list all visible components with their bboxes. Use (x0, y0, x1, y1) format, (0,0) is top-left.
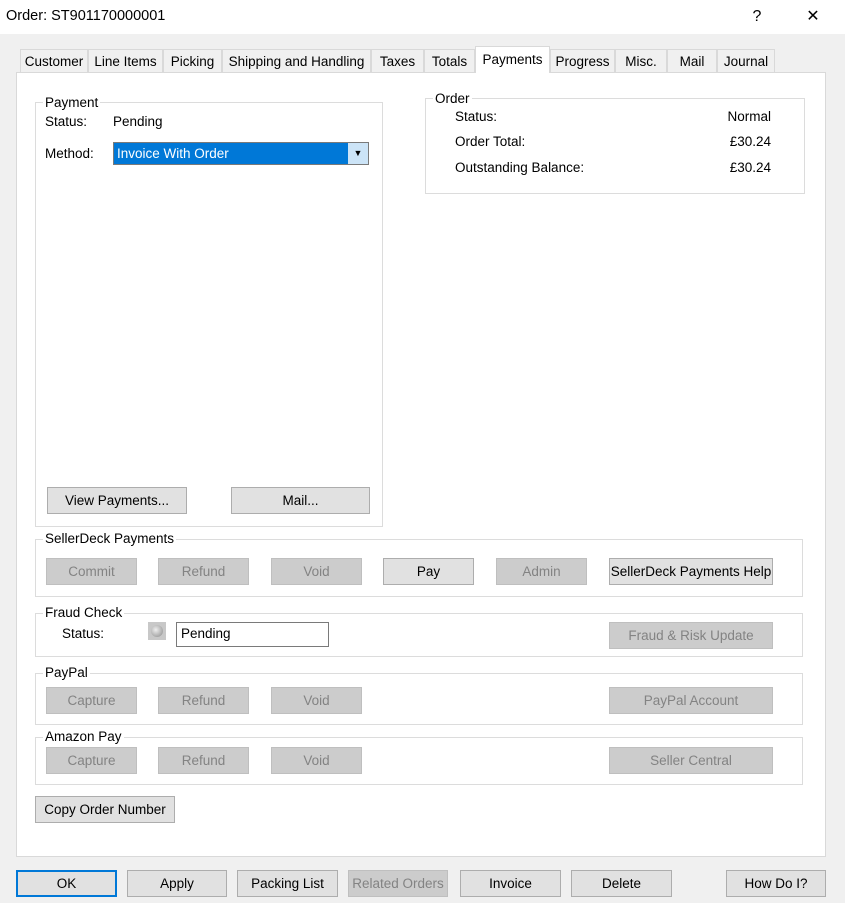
paypal-refund-button[interactable]: Refund (158, 687, 249, 714)
seller-central-button[interactable]: Seller Central (609, 747, 773, 774)
fraud-risk-update-button[interactable]: Fraud & Risk Update (609, 622, 773, 649)
sellerdeck-refund-button[interactable]: Refund (158, 558, 249, 585)
tab-totals[interactable]: Totals (424, 49, 475, 72)
chevron-down-icon[interactable]: ▼ (348, 143, 368, 164)
ok-button[interactable]: OK (16, 870, 117, 897)
tab-line-items[interactable]: Line Items (88, 49, 163, 72)
invoice-button[interactable]: Invoice (460, 870, 561, 897)
tab-payments[interactable]: Payments (475, 46, 550, 73)
tab-picking[interactable]: Picking (163, 49, 222, 72)
payment-status-label: Status: (45, 114, 88, 129)
admin-button[interactable]: Admin (496, 558, 587, 585)
sellerdeck-void-button[interactable]: Void (271, 558, 362, 585)
balance-value: £30.24 (729, 160, 771, 175)
paypal-capture-button[interactable]: Capture (46, 687, 137, 714)
tab-shipping[interactable]: Shipping and Handling (222, 49, 371, 72)
packing-list-button[interactable]: Packing List (237, 870, 338, 897)
payment-group (35, 102, 383, 527)
fraud-group-label: Fraud Check (43, 605, 125, 620)
help-icon[interactable]: ? (734, 0, 780, 34)
fraud-status-label: Status: (62, 626, 105, 641)
payment-group-label: Payment (43, 95, 101, 110)
related-orders-button[interactable]: Related Orders (348, 870, 448, 897)
close-icon[interactable]: ✕ (790, 0, 836, 34)
amazon-capture-button[interactable]: Capture (46, 747, 137, 774)
window-title: Order: ST901170000001 (6, 8, 166, 24)
fraud-status-field[interactable]: Pending (176, 622, 329, 647)
amazon-group-label: Amazon Pay (43, 729, 124, 744)
amazon-void-button[interactable]: Void (271, 747, 362, 774)
tab-taxes[interactable]: Taxes (371, 49, 424, 72)
tab-progress[interactable]: Progress (550, 49, 615, 72)
mail-button[interactable]: Mail... (231, 487, 370, 514)
delete-button[interactable]: Delete (571, 870, 672, 897)
tab-customer[interactable]: Customer (20, 49, 88, 72)
amazon-refund-button[interactable]: Refund (158, 747, 249, 774)
paypal-void-button[interactable]: Void (271, 687, 362, 714)
order-total-value: £30.24 (729, 134, 771, 149)
order-status-value: Normal (727, 109, 771, 124)
view-payments-button[interactable]: View Payments... (47, 487, 187, 514)
paypal-group-label: PayPal (43, 665, 90, 680)
method-dropdown[interactable]: Invoice With Order ▼ (113, 142, 369, 165)
how-do-i-button[interactable]: How Do I? (726, 870, 826, 897)
tab-misc[interactable]: Misc. (615, 49, 667, 72)
tab-journal[interactable]: Journal (717, 49, 775, 72)
tab-mail[interactable]: Mail (667, 49, 717, 72)
balance-label: Outstanding Balance: (455, 160, 585, 175)
payment-status-value: Pending (113, 114, 163, 129)
method-value: Invoice With Order (117, 146, 229, 161)
sellerdeck-group-label: SellerDeck Payments (43, 531, 177, 546)
sellerdeck-help-button[interactable]: SellerDeck Payments Help (609, 558, 773, 585)
commit-button[interactable]: Commit (46, 558, 137, 585)
order-total-label: Order Total: (455, 134, 526, 149)
order-status-label: Status: (455, 109, 498, 124)
method-label: Method: (45, 146, 94, 161)
status-light-icon (148, 622, 166, 640)
paypal-account-button[interactable]: PayPal Account (609, 687, 773, 714)
order-group-label: Order (433, 91, 472, 106)
apply-button[interactable]: Apply (127, 870, 227, 897)
copy-order-number-button[interactable]: Copy Order Number (35, 796, 175, 823)
pay-button[interactable]: Pay (383, 558, 474, 585)
